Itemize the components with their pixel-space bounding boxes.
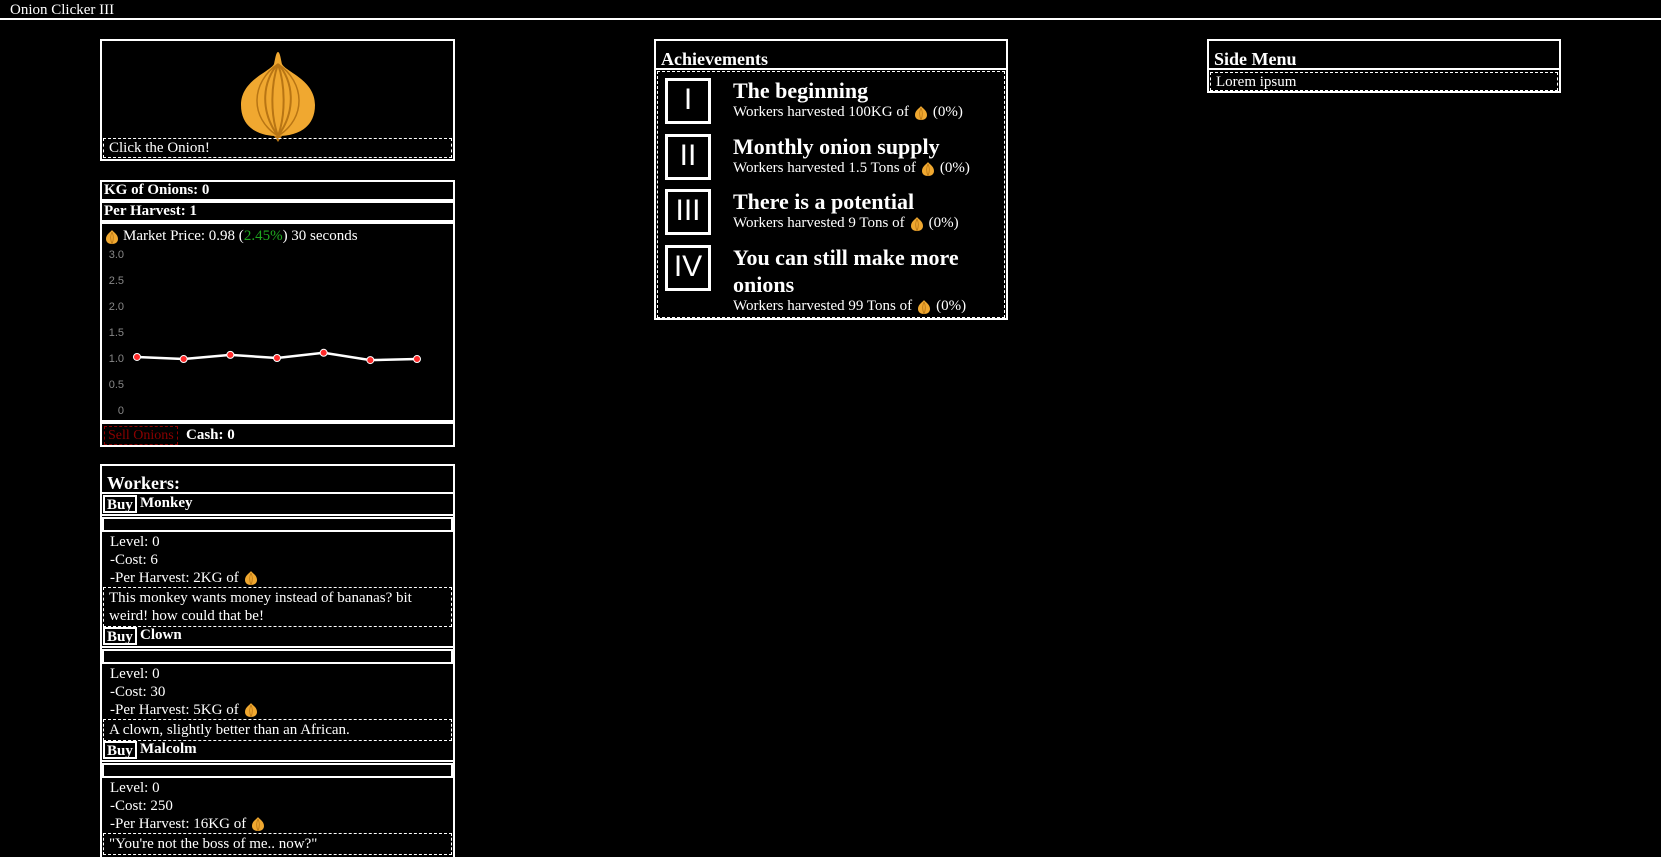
achievement-badge-icon: II [665, 134, 711, 180]
achievement-progress: (0%) [939, 160, 970, 176]
top-bar: Onion Clicker III [0, 0, 1661, 20]
achievement-title: The beginning [733, 78, 869, 103]
achievement-title: There is a potential [733, 189, 915, 214]
price-point [366, 356, 375, 365]
side-menu-panel: Side Menu Lorem ipsum [1207, 39, 1561, 93]
achievements-panel: Achievements I The beginning Workers har… [654, 39, 1008, 320]
worker-level: Level: 0 [110, 666, 160, 682]
worker-name: Clown [140, 627, 182, 643]
price-point [179, 355, 188, 364]
kg-of-onions: KG of Onions: 0 [100, 180, 455, 201]
achievement-badge-icon: I [665, 78, 711, 124]
onion-icon [250, 816, 266, 832]
onion-icon[interactable] [237, 50, 319, 142]
worker-level: Level: 0 [110, 534, 160, 550]
y-tick-label: 3.0 [109, 249, 124, 261]
worker-cost: -Cost: 6 [110, 552, 158, 568]
buy-malcolm-button[interactable]: Buy [103, 741, 137, 759]
price-point [273, 354, 281, 362]
worker-description: This monkey wants money instead of banan… [103, 587, 452, 627]
workers-panel: Workers: Buy Monkey Level: 0 -Cost: 6 -P… [100, 464, 455, 857]
worker-monkey: Buy Monkey Level: 0 -Cost: 6 -Per Harves… [102, 494, 453, 627]
market-price: Market Price: 0.98 (2.45%) 30 seconds [104, 228, 358, 245]
market-price-chart: 3.0 2.5 2.0 1.5 1.0 0.5 0 [109, 249, 421, 417]
market-change: 2.45% [243, 228, 283, 244]
achievement-desc: Workers harvested 1.5 Tons of (0%) [733, 160, 970, 177]
y-tick-label: 1.5 [109, 327, 124, 339]
price-point [133, 352, 141, 361]
worker-name: Monkey [140, 495, 193, 511]
achievement-title: Monthly onion supply [733, 134, 940, 159]
achievement-desc-text: Workers harvested 99 Tons of [733, 298, 913, 314]
onion-panel: Click the Onion! [100, 39, 455, 161]
worker-name: Malcolm [140, 741, 197, 757]
worker-clown: Buy Clown Level: 0 -Cost: 30 -Per Harves… [102, 626, 453, 741]
worker-level: Level: 0 [110, 780, 160, 796]
achievements-title: Achievements [656, 41, 1006, 70]
y-tick-label: 0 [118, 405, 124, 417]
onion-icon [920, 161, 936, 177]
achievement-badge-icon: IV [665, 245, 711, 291]
worker-progress-bar [102, 649, 453, 664]
achievement-title: You can still make more onions [733, 245, 959, 297]
worker-per-harvest: -Per Harvest: 16KG of [110, 816, 247, 832]
market-timer: ) 30 seconds [282, 228, 358, 244]
price-point [413, 355, 421, 364]
sell-row: Sell Onions Cash: 0 [100, 422, 455, 447]
side-menu-item[interactable]: Lorem ipsum [1210, 72, 1558, 91]
worker-malcolm: Buy Malcolm Level: 0 -Cost: 250 -Per Har… [102, 740, 453, 855]
worker-cost: -Cost: 30 [110, 684, 166, 700]
onion-icon [909, 216, 925, 232]
worker-description: A clown, slightly better than an African… [103, 719, 452, 741]
achievement-desc-text: Workers harvested 1.5 Tons of [733, 160, 916, 176]
achievement-progress: (0%) [928, 215, 959, 231]
click-onion-label: Click the Onion! [103, 138, 452, 158]
buy-clown-button[interactable]: Buy [103, 627, 137, 645]
onion-icon [243, 570, 259, 586]
worker-per-harvest: -Per Harvest: 2KG of [110, 570, 239, 586]
onion-icon [243, 702, 259, 718]
achievement-desc: Workers harvested 9 Tons of (0%) [733, 215, 959, 232]
onion-icon [916, 299, 932, 315]
onion-icon [913, 105, 929, 121]
y-tick-label: 2.0 [109, 301, 124, 313]
workers-title: Workers: [102, 466, 453, 494]
achievement-desc-text: Workers harvested 100KG of [733, 104, 909, 120]
achievement-badge-icon: III [665, 189, 711, 235]
cash-label: Cash: 0 [186, 427, 235, 443]
achievement-desc-text: Workers harvested 9 Tons of [733, 215, 905, 231]
price-point [319, 348, 328, 357]
side-menu-title: Side Menu [1209, 41, 1559, 70]
market-price-label: Market Price: 0.98 ( [123, 228, 244, 244]
worker-cost: -Cost: 250 [110, 798, 173, 814]
worker-progress-bar [102, 517, 453, 532]
achievement-progress: (0%) [932, 104, 963, 120]
app-title: Onion Clicker III [10, 2, 115, 18]
buy-monkey-button[interactable]: Buy [103, 495, 137, 513]
per-harvest: Per Harvest: 1 [100, 201, 455, 222]
worker-progress-bar [102, 763, 453, 778]
y-tick-label: 2.5 [109, 275, 124, 287]
achievement-desc: Workers harvested 99 Tons of (0%) [733, 298, 966, 315]
sell-onions-button[interactable]: Sell Onions [104, 426, 178, 445]
achievement-desc: Workers harvested 100KG of (0%) [733, 104, 963, 121]
price-point [226, 350, 235, 359]
y-tick-label: 0.5 [109, 379, 124, 391]
onion-icon [104, 229, 120, 245]
market-panel: Market Price: 0.98 (2.45%) 30 seconds 3.… [100, 222, 455, 422]
worker-description: "You're not the boss of me.. now?" [103, 833, 452, 855]
y-tick-label: 1.0 [109, 353, 124, 365]
achievements-list: I The beginning Workers harvested 100KG … [657, 71, 1005, 318]
achievement-progress: (0%) [936, 298, 967, 314]
worker-per-harvest: -Per Harvest: 5KG of [110, 702, 239, 718]
